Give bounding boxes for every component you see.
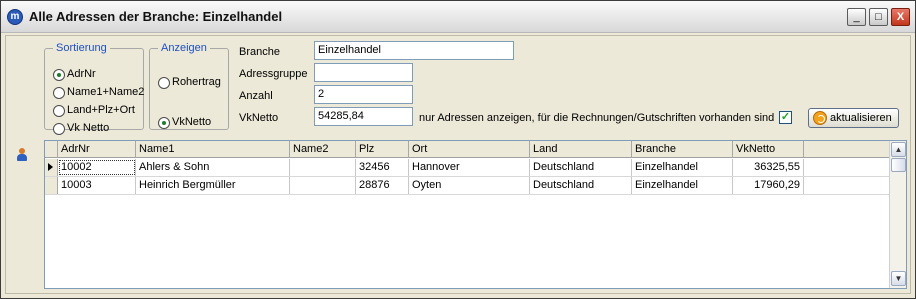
display-option-rohertrag[interactable]: Rohertrag [158, 76, 221, 90]
table-row[interactable]: 10002 Ahlers & Sohn 32456 Hannover Deuts… [45, 159, 889, 177]
minimize-button[interactable]: _ [847, 8, 866, 26]
radio-land[interactable] [53, 104, 65, 117]
cell-plz[interactable]: 28876 [356, 177, 409, 194]
sort-option-name[interactable]: Name1+Name2 [53, 86, 144, 100]
column-header-name2[interactable]: Name2 [290, 141, 356, 158]
sort-group-legend: Sortierung [56, 42, 107, 54]
cell-branche[interactable]: Einzelhandel [632, 159, 733, 176]
display-group: Anzeigen Rohertrag VkNetto [149, 42, 229, 130]
radio-rohertrag[interactable] [158, 76, 170, 89]
maximize-button[interactable]: □ [869, 8, 888, 26]
vknetto-field[interactable]: 54285,84 [314, 107, 413, 126]
sort-option-land[interactable]: Land+Plz+Ort [53, 104, 135, 118]
table-row[interactable]: 10003 Heinrich Bergmüller 28876 Oyten De… [45, 177, 889, 195]
cell-adrnr[interactable]: 10002 [58, 159, 136, 176]
sort-option-adrnr[interactable]: AdrNr [53, 68, 96, 82]
column-header-branche[interactable]: Branche [632, 141, 733, 158]
vknetto-label: VkNetto [239, 112, 279, 124]
anzahl-field[interactable]: 2 [314, 85, 413, 104]
scroll-down-button[interactable]: ▼ [891, 271, 906, 286]
app-logo-icon[interactable]: m [7, 9, 23, 25]
adressgruppe-label: Adressgruppe [239, 68, 308, 80]
column-header-name1[interactable]: Name1 [136, 141, 290, 158]
refresh-button[interactable]: aktualisieren [808, 108, 899, 128]
header-indicator [45, 141, 58, 158]
display-option-vknetto[interactable]: VkNetto [158, 116, 211, 130]
radio-adrnr[interactable] [53, 68, 65, 81]
window-title: Alle Adressen der Branche: Einzelhandel [29, 9, 283, 24]
cell-land[interactable]: Deutschland [530, 159, 632, 176]
grid-header: AdrNr Name1 Name2 Plz Ort Land Branche V… [45, 141, 889, 158]
vertical-scrollbar[interactable]: ▲ ▼ [889, 141, 906, 288]
row-indicator[interactable] [45, 159, 58, 176]
column-header-land[interactable]: Land [530, 141, 632, 158]
title-bar[interactable]: m Alle Adressen der Branche: Einzelhande… [1, 1, 915, 33]
client-area: Sortierung AdrNr Name1+Name2 Land+Plz+Or… [5, 35, 911, 294]
branche-field[interactable]: Einzelhandel [314, 41, 514, 60]
adressgruppe-field[interactable] [314, 63, 413, 82]
refresh-button-label: aktualisieren [830, 112, 892, 124]
refresh-icon [813, 111, 827, 126]
cell-ort[interactable]: Hannover [409, 159, 530, 176]
branche-label: Branche [239, 46, 280, 58]
column-header-vknetto[interactable]: VkNetto [733, 141, 804, 158]
cell-land[interactable]: Deutschland [530, 177, 632, 194]
cell-ort[interactable]: Oyten [409, 177, 530, 194]
cell-name1[interactable]: Ahlers & Sohn [136, 159, 290, 176]
cell-branche[interactable]: Einzelhandel [632, 177, 733, 194]
radio-name[interactable] [53, 86, 65, 99]
cell-vknetto[interactable]: 36325,55 [733, 159, 804, 176]
row-indicator[interactable] [45, 177, 58, 194]
scroll-up-button[interactable]: ▲ [891, 142, 906, 157]
address-grid[interactable]: AdrNr Name1 Name2 Plz Ort Land Branche V… [44, 140, 907, 289]
sort-option-vknetto[interactable]: Vk Netto [53, 122, 109, 136]
filter-text: nur Adressen anzeigen, für die Rechnunge… [419, 112, 775, 124]
filter-checkbox[interactable]: ✓ [779, 111, 792, 124]
cell-adrnr[interactable]: 10003 [58, 177, 136, 194]
radio-vknetto-display[interactable] [158, 116, 170, 129]
user-icon [16, 148, 28, 162]
sort-group: Sortierung AdrNr Name1+Name2 Land+Plz+Or… [44, 42, 144, 135]
cell-vknetto[interactable]: 17960,29 [733, 177, 804, 194]
cell-name2[interactable] [290, 159, 356, 176]
column-header-plz[interactable]: Plz [356, 141, 409, 158]
column-header-ort[interactable]: Ort [409, 141, 530, 158]
display-group-legend: Anzeigen [161, 42, 207, 54]
cell-plz[interactable]: 32456 [356, 159, 409, 176]
close-button[interactable]: X [891, 8, 910, 26]
radio-vknetto-sort[interactable] [53, 122, 65, 135]
cell-name2[interactable] [290, 177, 356, 194]
anzahl-label: Anzahl [239, 90, 273, 102]
current-row-arrow-icon [48, 163, 53, 171]
window: m Alle Adressen der Branche: Einzelhande… [0, 0, 916, 299]
scroll-thumb[interactable] [891, 158, 906, 172]
cell-name1[interactable]: Heinrich Bergmüller [136, 177, 290, 194]
column-header-adrnr[interactable]: AdrNr [58, 141, 136, 158]
